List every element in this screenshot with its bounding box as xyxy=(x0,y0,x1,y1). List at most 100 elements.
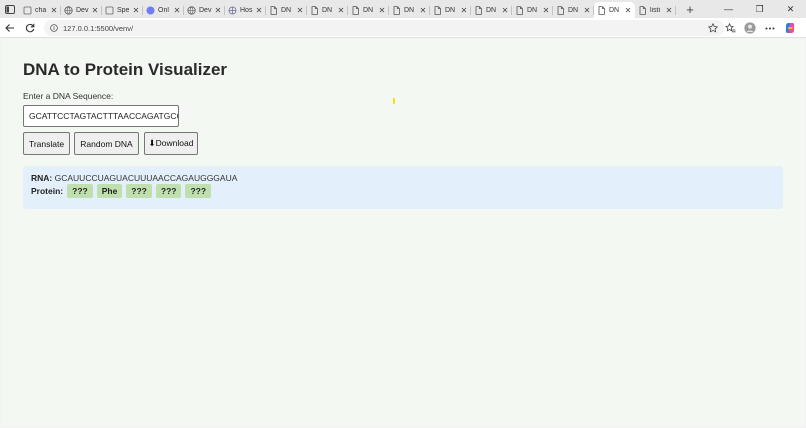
browser-tab[interactable]: DN ✕ xyxy=(553,2,594,18)
generic-page-icon xyxy=(23,6,32,15)
download-button[interactable]: ⬇Download xyxy=(144,132,198,155)
dna-sequence-input[interactable]: GCATTCCTAGTACTTTAACCAGATGCCCTAT xyxy=(23,105,179,127)
window-controls: — ❐ ✕ xyxy=(713,0,806,18)
reload-button[interactable] xyxy=(20,18,40,38)
document-icon xyxy=(597,5,606,15)
random-dna-button[interactable]: Random DNA xyxy=(74,132,139,155)
tab-close-icon[interactable]: ✕ xyxy=(665,6,673,15)
address-bar[interactable]: 127.0.0.1:5500/venv/ xyxy=(44,20,724,36)
reload-icon xyxy=(25,23,35,32)
globe-icon xyxy=(64,5,73,15)
amino-acid-chip: ??? xyxy=(126,184,152,198)
profile-avatar-icon xyxy=(744,22,756,34)
tab-title: cha xyxy=(35,6,47,14)
browser-tab[interactable]: Dev ✕ xyxy=(61,2,102,18)
back-button[interactable] xyxy=(0,18,20,38)
document-icon xyxy=(392,5,401,15)
tab-actions-menu-icon[interactable] xyxy=(0,0,20,18)
document-icon xyxy=(433,5,442,15)
back-arrow-icon xyxy=(5,23,14,32)
more-dots-icon xyxy=(765,27,775,29)
tab-close-icon[interactable]: ✕ xyxy=(296,6,304,15)
browser-tab[interactable]: DN ✕ xyxy=(266,2,307,18)
browser-tab[interactable]: Dev ✕ xyxy=(184,2,225,18)
tab-title: DN xyxy=(363,6,374,14)
tab-title: listi xyxy=(650,6,661,14)
tab-close-icon[interactable]: ✕ xyxy=(624,6,632,15)
document-icon xyxy=(474,5,483,15)
document-icon xyxy=(638,5,647,15)
browser-tab[interactable]: DN ✕ xyxy=(512,2,553,18)
amino-acid-chip: ??? xyxy=(185,184,212,198)
favorite-star-icon[interactable] xyxy=(708,23,718,33)
tab-close-icon[interactable]: ✕ xyxy=(583,6,591,15)
document-icon xyxy=(351,5,360,15)
tab-title: Hos xyxy=(240,6,253,14)
tab-title: Spe xyxy=(117,6,130,14)
tab-title: Onl xyxy=(158,6,169,14)
result-panel: RNA: GCAUUCCUAGUACUUUAACCAGAUGGGAUA Prot… xyxy=(23,166,783,209)
tab-title: DN xyxy=(404,6,415,14)
browser-tab[interactable]: DN ✕ xyxy=(307,2,348,18)
tab-close-icon[interactable]: ✕ xyxy=(419,6,427,15)
tab-list: cha ✕ Dev ✕ Spe ✕ Onl ✕ Dev ✕ Hos ✕ DN ✕ DN ✕ DN ✕ DN ✕ DN ✕ D… xyxy=(20,0,676,18)
tab-close-icon[interactable]: ✕ xyxy=(50,6,58,15)
browser-tab[interactable]: Onl ✕ xyxy=(143,2,184,18)
minimize-button[interactable]: — xyxy=(713,0,744,18)
browser-tab[interactable]: DN ✕ xyxy=(471,2,512,18)
amino-acid-chip: ??? xyxy=(67,184,93,198)
translate-button[interactable]: Translate xyxy=(23,132,70,155)
amino-acid-chip: ??? xyxy=(155,184,182,198)
tab-title: DN xyxy=(486,6,497,14)
copilot-icon xyxy=(785,23,795,33)
favorites-icon xyxy=(724,23,735,33)
browser-tab[interactable]: DN ✕ xyxy=(430,2,471,18)
settings-more-button[interactable] xyxy=(760,19,780,37)
rna-row: RNA: GCAUUCCUAGUACUUUAACCAGAUGGGAUA xyxy=(31,173,237,183)
browser-toolbar: 127.0.0.1:5500/venv/ xyxy=(0,18,806,38)
document-icon xyxy=(310,5,319,15)
tab-title: DN xyxy=(609,6,620,14)
url-text[interactable]: 127.0.0.1:5500/venv/ xyxy=(63,24,133,33)
protein-row: Protein: ??? Phe ??? ??? ??? xyxy=(31,184,215,198)
rna-label: RNA: xyxy=(31,173,53,183)
browser-tab[interactable]: listi ✕ xyxy=(635,2,676,18)
copilot-button[interactable] xyxy=(780,19,800,37)
tab-title: DN xyxy=(281,6,292,14)
tab-strip: cha ✕ Dev ✕ Spe ✕ Onl ✕ Dev ✕ Hos ✕ DN ✕ DN ✕ DN ✕ DN ✕ DN ✕ D… xyxy=(0,0,806,18)
tab-close-icon[interactable]: ✕ xyxy=(132,6,140,15)
new-tab-button[interactable]: + xyxy=(682,2,698,17)
amino-acid-chip: Phe xyxy=(96,184,123,198)
circle-icon xyxy=(146,6,155,15)
profile-button[interactable] xyxy=(740,19,760,37)
tab-close-icon[interactable]: ✕ xyxy=(255,6,263,15)
browser-tab[interactable]: DN ✕ xyxy=(389,2,430,18)
close-window-button[interactable]: ✕ xyxy=(775,0,806,18)
browser-tab[interactable]: Spe ✕ xyxy=(102,2,143,18)
tab-close-icon[interactable]: ✕ xyxy=(173,6,181,15)
toolbar-actions xyxy=(720,19,800,37)
tab-close-icon[interactable]: ✕ xyxy=(378,6,386,15)
tab-close-icon[interactable]: ✕ xyxy=(501,6,509,15)
document-icon xyxy=(556,5,565,15)
tab-close-icon[interactable]: ✕ xyxy=(542,6,550,15)
tab-title: DN xyxy=(322,6,333,14)
browser-tab[interactable]: DN ✕ xyxy=(348,2,389,18)
globe-icon xyxy=(187,5,196,15)
browser-tab[interactable]: Hos ✕ xyxy=(225,2,266,18)
restore-button[interactable]: ❐ xyxy=(744,0,775,18)
tab-close-icon[interactable]: ✕ xyxy=(337,6,345,15)
browser-tab[interactable]: DN ✕ xyxy=(594,2,635,18)
tab-close-icon[interactable]: ✕ xyxy=(214,6,222,15)
browser-tab[interactable]: cha ✕ xyxy=(20,2,61,18)
tab-title: DN xyxy=(445,6,456,14)
mouse-cursor-highlight xyxy=(393,98,395,104)
tab-close-icon[interactable]: ✕ xyxy=(91,6,99,15)
generic-page-icon xyxy=(105,6,114,15)
tab-title: Dev xyxy=(199,6,212,14)
protein-label: Protein: xyxy=(31,186,64,196)
info-icon[interactable] xyxy=(50,24,58,32)
document-icon xyxy=(269,5,278,15)
favorites-button[interactable] xyxy=(720,19,740,37)
tab-close-icon[interactable]: ✕ xyxy=(460,6,468,15)
